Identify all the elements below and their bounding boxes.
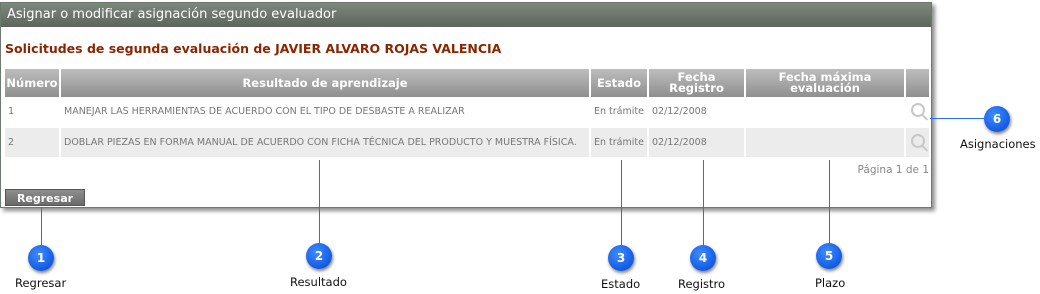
header-estado[interactable]: Estado: [590, 69, 649, 97]
header-numero[interactable]: Número: [5, 69, 61, 97]
callout-badge-3: 3: [608, 245, 634, 271]
cell-resultado: DOBLAR PIEZAS EN FORMA MANUAL DE ACUERDO…: [60, 127, 591, 159]
back-button[interactable]: Regresar: [5, 189, 85, 206]
cell-numero: 1: [5, 97, 61, 128]
assignment-panel: Asignar o modificar asignación segundo e…: [0, 2, 932, 208]
search-icon[interactable]: [910, 134, 925, 148]
window-title: Asignar o modificar asignación segundo e…: [1, 3, 931, 27]
callout-label-3: Estado: [601, 277, 641, 291]
cell-fecha-maxima: [745, 127, 906, 159]
cell-numero: 2: [5, 127, 61, 159]
callout-label-1: Regresar: [15, 276, 67, 290]
cell-fecha-maxima: [745, 97, 906, 128]
cell-estado: En trámite: [590, 127, 649, 159]
callout-line-5: [829, 160, 830, 243]
callout-label-4: Registro: [678, 277, 726, 291]
header-resultado[interactable]: Resultado de aprendizaje: [60, 69, 591, 97]
callout-label-5: Plazo: [815, 276, 846, 290]
page-subtitle: Solicitudes de segunda evaluación de JAV…: [5, 41, 502, 56]
callout-line-2: [319, 160, 320, 243]
requests-table: Número Resultado de aprendizaje Estado F…: [5, 69, 931, 159]
header-actions: [905, 69, 931, 97]
callout-badge-6: 6: [984, 106, 1010, 132]
callout-line-3: [621, 160, 622, 245]
callout-line-6: [930, 118, 984, 119]
cell-fecha-registro: 02/12/2008: [648, 97, 746, 128]
header-fecha-registro[interactable]: Fecha Registro: [648, 69, 746, 97]
pagination-info: Página 1 de 1: [857, 164, 929, 176]
callout-line-4: [703, 160, 704, 245]
cell-estado: En trámite: [590, 97, 649, 128]
cell-fecha-registro: 02/12/2008: [648, 127, 746, 159]
callout-label-6: Asignaciones: [960, 137, 1036, 151]
callout-label-2: Resultado: [290, 275, 347, 289]
cell-resultado: MANEJAR LAS HERRAMIENTAS DE ACUERDO CON …: [60, 97, 591, 128]
callout-badge-2: 2: [306, 243, 332, 269]
table-row: 2 DOBLAR PIEZAS EN FORMA MANUAL DE ACUER…: [5, 127, 931, 159]
search-icon[interactable]: [910, 103, 925, 117]
callout-line-1: [41, 207, 42, 245]
assign-cell: [905, 97, 931, 128]
callout-badge-5: 5: [816, 243, 842, 269]
callout-badge-1: 1: [28, 245, 54, 271]
table-row: 1 MANEJAR LAS HERRAMIENTAS DE ACUERDO CO…: [5, 97, 931, 128]
assign-cell: [905, 127, 931, 159]
header-fecha-maxima[interactable]: Fecha máxima evaluación: [745, 69, 906, 97]
callout-badge-4: 4: [690, 245, 716, 271]
